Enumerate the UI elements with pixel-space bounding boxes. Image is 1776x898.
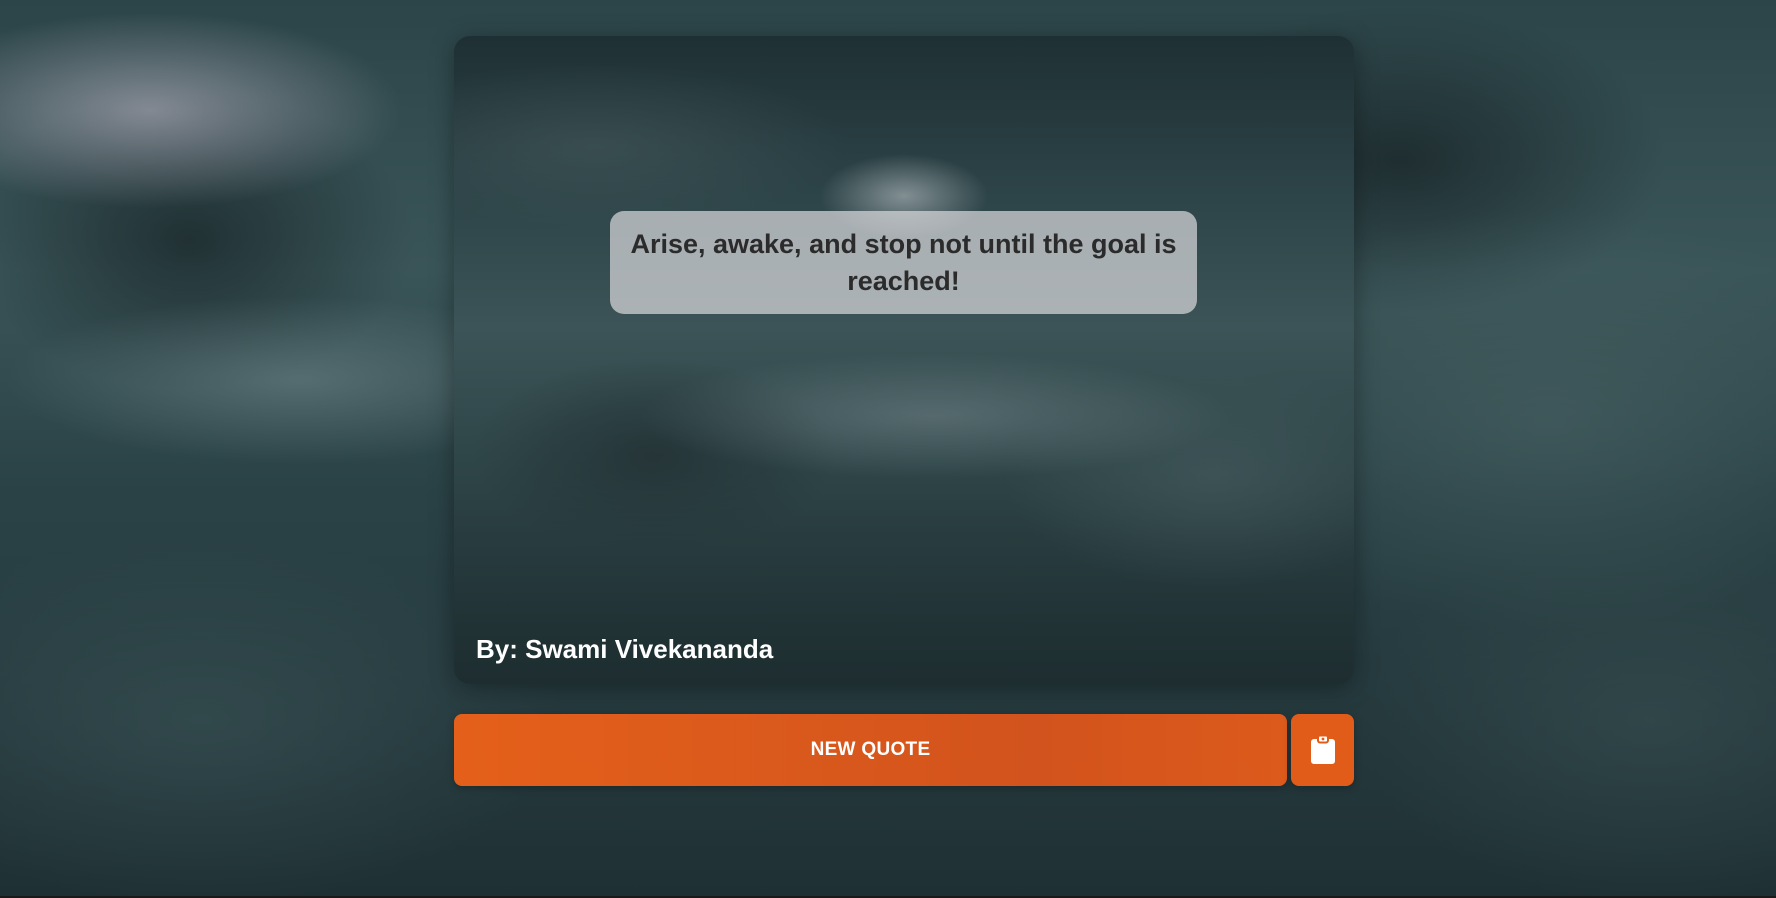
quote-card: Arise, awake, and stop not until the goa… [454, 36, 1354, 684]
clipboard-icon [1310, 735, 1336, 765]
quote-box: Arise, awake, and stop not until the goa… [610, 211, 1197, 314]
quote-text: Arise, awake, and stop not until the goa… [630, 228, 1177, 296]
copy-button[interactable] [1291, 714, 1354, 786]
quote-author: By: Swami Vivekananda [476, 634, 774, 664]
new-quote-button[interactable]: NEW QUOTE [454, 714, 1287, 786]
